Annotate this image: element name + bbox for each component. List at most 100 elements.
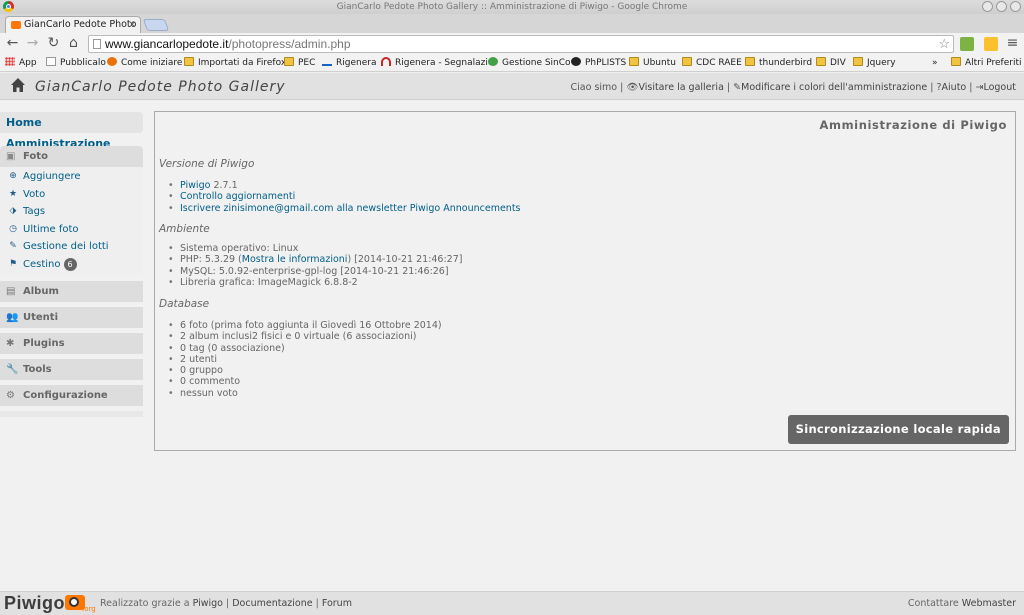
db-heading: Database bbox=[159, 298, 210, 310]
list-item: 0 commento bbox=[168, 376, 442, 387]
bookmark-div[interactable]: DIV bbox=[816, 57, 846, 70]
piwigo-link[interactable]: Piwigo bbox=[180, 180, 210, 191]
bookmark-altri-preferiti[interactable]: Altri Preferiti bbox=[951, 57, 1022, 70]
sidebar-foto-header[interactable]: ▣ Foto bbox=[0, 146, 143, 167]
sidebar-item-ultime-foto[interactable]: ◷ Ultime foto bbox=[0, 221, 143, 239]
bookmark-pubblicalo[interactable]: Pubblicalo bbox=[46, 57, 106, 70]
extension-chat-icon[interactable] bbox=[960, 37, 974, 51]
footer-links: Realizzato grazie a Piwigo | Documentazi… bbox=[100, 598, 352, 609]
list-item: Sistema operativo: Linux bbox=[168, 243, 462, 254]
sidebar-item-cestino[interactable]: ⚑ Cestino 6 bbox=[0, 256, 143, 274]
tab-strip: GianCarlo Pedote Photo G × bbox=[0, 14, 1024, 33]
sidebar-section-configurazione[interactable]: ⚙ Configurazione bbox=[0, 385, 143, 406]
gallery-home-icon[interactable] bbox=[10, 77, 26, 93]
globe-icon bbox=[488, 57, 498, 66]
check-updates-link[interactable]: Controllo aggiornamenti bbox=[180, 191, 295, 202]
visit-gallery-link[interactable]: Visitare la galleria bbox=[638, 82, 723, 93]
piwigo-logo[interactable]: Piwigo bbox=[4, 593, 85, 614]
maximize-icon[interactable] bbox=[996, 1, 1007, 12]
piwigo-footer-link[interactable]: Piwigo bbox=[193, 598, 223, 609]
wave-icon bbox=[322, 57, 332, 66]
bookmark-gestione-sinco[interactable]: Gestione SinCo bbox=[488, 57, 571, 70]
reload-icon[interactable]: ↻ bbox=[45, 35, 62, 52]
sidebar-bottom bbox=[0, 411, 143, 417]
minimize-icon[interactable] bbox=[982, 1, 993, 12]
extension-key-icon[interactable] bbox=[984, 37, 998, 51]
page-title: Amministrazione di Piwigo bbox=[819, 118, 1007, 132]
newsletter-link[interactable]: Iscrivere zinisimone@gmail.com alla news… bbox=[180, 203, 521, 214]
list-item: Iscrivere zinisimone@gmail.com alla news… bbox=[168, 203, 521, 214]
sidebar-home-admin[interactable]: Home Amministrazione bbox=[0, 112, 143, 150]
sidebar-item-aggiungere[interactable]: ⊕ Aggiungere bbox=[0, 168, 143, 186]
sidebar-section-tools[interactable]: 🔧 Tools bbox=[0, 359, 143, 380]
sidebar-item-tags[interactable]: ⬗ Tags bbox=[0, 203, 143, 221]
sidebar-section-album[interactable]: ▤ Album bbox=[0, 281, 143, 302]
list-item: nessun voto bbox=[168, 388, 442, 399]
image-icon: ▣ bbox=[6, 151, 16, 162]
address-bar[interactable]: www.giancarlopedote.it/photopress/admin.… bbox=[88, 35, 954, 53]
sidebar-section-plugins[interactable]: ✱ Plugins bbox=[0, 333, 143, 354]
chrome-logo-icon bbox=[3, 1, 14, 12]
arc-icon bbox=[381, 57, 391, 66]
users-icon: 👥 bbox=[6, 312, 19, 323]
bookmark-thunderbird[interactable]: thunderbird bbox=[745, 57, 812, 70]
sidebar-section-utenti[interactable]: 👥 Utenti bbox=[0, 307, 143, 328]
change-colors-link[interactable]: Modificare i colori dell'amministrazione bbox=[741, 82, 927, 93]
tab-close-icon[interactable]: × bbox=[128, 17, 136, 33]
list-item: 2 utenti bbox=[168, 354, 442, 365]
close-window-icon[interactable] bbox=[1010, 1, 1021, 12]
logout-link[interactable]: Logout bbox=[983, 82, 1016, 93]
folder-icon bbox=[184, 57, 194, 66]
clock-icon: ◷ bbox=[9, 223, 17, 234]
new-tab-button[interactable] bbox=[142, 19, 170, 31]
bookmark-cdc-raee[interactable]: CDC RAEE bbox=[682, 57, 742, 70]
quick-sync-button[interactable]: Sincronizzazione locale rapida bbox=[787, 415, 1009, 444]
admin-content: Amministrazione di Piwigo Versione di Pi… bbox=[154, 111, 1016, 451]
address-path: /photopress/admin.php bbox=[228, 37, 351, 51]
folder-icon bbox=[853, 57, 863, 66]
help-link[interactable]: Aiuto bbox=[942, 82, 967, 93]
sidebar-foto-submenu: ⊕ Aggiungere ★ Voto ⬗ Tags ◷ Ultime foto ✎ Ge… bbox=[0, 167, 143, 276]
logo-tld: .org bbox=[82, 605, 96, 613]
php-info-link[interactable]: Mostra le informazioni bbox=[242, 254, 348, 265]
bookmark-importati[interactable]: Importati da Firefox bbox=[184, 57, 286, 70]
webmaster-link[interactable]: Webmaster bbox=[962, 598, 1016, 609]
bookmark-pec[interactable]: PEC bbox=[284, 57, 315, 70]
chrome-menu-icon[interactable]: ≡ bbox=[1004, 35, 1021, 52]
list-item: PHP: 5.3.29 (Mostra le informazioni) [20… bbox=[168, 254, 463, 265]
eye-icon: 👁 bbox=[626, 82, 639, 93]
documentation-link[interactable]: Documentazione bbox=[232, 598, 312, 609]
home-icon[interactable]: ⌂ bbox=[65, 35, 82, 52]
list-item: Controllo aggiornamenti bbox=[168, 191, 521, 202]
bookmark-jquery[interactable]: Jquery bbox=[853, 57, 896, 70]
page-footer: Piwigo .org Realizzato grazie a Piwigo |… bbox=[0, 591, 1024, 615]
back-icon[interactable]: ← bbox=[4, 35, 21, 52]
brush-icon: ✎ bbox=[733, 82, 742, 93]
sidebar-item-gestione-lotti[interactable]: ✎ Gestione dei lotti bbox=[0, 238, 143, 256]
site-title: GianCarlo Pedote Photo Gallery bbox=[35, 79, 286, 95]
bookmarks-overflow[interactable]: » bbox=[932, 57, 938, 70]
env-list: Sistema operativo: Linux PHP: 5.3.29 (Mo… bbox=[168, 243, 463, 288]
bookmark-phplists[interactable]: PhPLISTS bbox=[571, 57, 626, 70]
forum-link[interactable]: Forum bbox=[322, 598, 352, 609]
bookmark-come-iniziare[interactable]: Come iniziare bbox=[107, 57, 182, 70]
page-icon bbox=[93, 39, 101, 49]
folder-icon bbox=[284, 57, 294, 66]
address-domain: www.giancarlopedote.it bbox=[105, 37, 229, 51]
admin-sidebar: Home Amministrazione ▣ Foto ⊕ Aggiungere … bbox=[0, 112, 143, 417]
db-list: 6 foto (prima foto aggiunta il Giovedì 1… bbox=[168, 320, 442, 399]
x-circle-icon bbox=[571, 57, 581, 66]
piwigo-favicon-icon bbox=[11, 21, 21, 29]
list-item: Libreria grafica: ImageMagick 6.8.8-2 bbox=[168, 277, 462, 288]
puzzle-icon: ✱ bbox=[6, 338, 15, 349]
gear-icon: ⚙ bbox=[6, 390, 15, 401]
bookmark-apps[interactable]: App bbox=[5, 57, 37, 70]
bookmark-rigenera-segnalazio[interactable]: Rigenera - Segnalazio bbox=[381, 57, 493, 70]
sidebar-item-voto[interactable]: ★ Voto bbox=[0, 186, 143, 204]
bookmark-rigenera[interactable]: Rigenera bbox=[322, 57, 376, 70]
browser-tab[interactable]: GianCarlo Pedote Photo G × bbox=[5, 16, 141, 33]
folder-icon bbox=[682, 57, 692, 66]
bookmark-star-icon[interactable]: ☆ bbox=[938, 36, 950, 52]
forward-icon[interactable]: → bbox=[24, 35, 41, 52]
bookmark-ubuntu[interactable]: Ubuntu bbox=[629, 57, 676, 70]
